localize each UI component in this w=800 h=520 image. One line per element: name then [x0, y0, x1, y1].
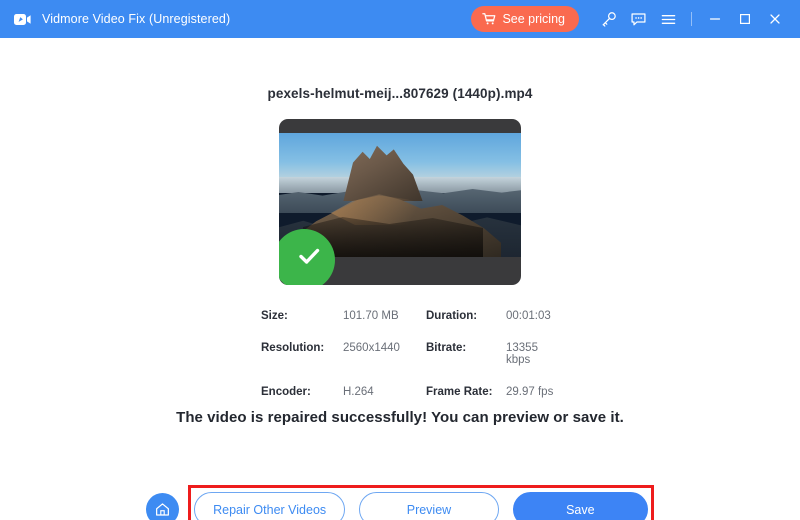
see-pricing-button[interactable]: See pricing: [471, 6, 579, 32]
maximize-button[interactable]: [730, 4, 760, 34]
see-pricing-label: See pricing: [502, 12, 565, 26]
detail-value-framerate: 29.97 fps: [506, 386, 561, 398]
video-filename: pexels-helmut-meij...807629 (1440p).mp4: [0, 86, 800, 101]
titlebar-icon-group: [593, 4, 790, 34]
detail-value-encoder: H.264: [343, 386, 426, 398]
video-thumbnail[interactable]: [279, 119, 521, 285]
detail-label-framerate: Frame Rate:: [426, 386, 506, 398]
detail-value-resolution: 2560x1440: [343, 342, 426, 366]
home-button[interactable]: [146, 493, 179, 520]
repair-other-videos-button[interactable]: Repair Other Videos: [194, 492, 345, 520]
detail-label-encoder: Encoder:: [261, 386, 343, 398]
detail-label-duration: Duration:: [426, 310, 506, 322]
video-camera-icon: [12, 9, 32, 29]
shopping-cart-icon: [482, 12, 496, 26]
detail-label-bitrate: Bitrate:: [426, 342, 506, 366]
app-window: Vidmore Video Fix (Unregistered) See pri…: [0, 0, 800, 520]
main-content: pexels-helmut-meij...807629 (1440p).mp4 …: [0, 38, 800, 520]
menu-icon[interactable]: [653, 4, 683, 34]
detail-label-resolution: Resolution:: [261, 342, 343, 366]
video-details-table: Size: 101.70 MB Duration: 00:01:03 Resol…: [261, 310, 561, 398]
key-icon[interactable]: [593, 4, 623, 34]
detail-label-size: Size:: [261, 310, 343, 322]
detail-value-duration: 00:01:03: [506, 310, 561, 322]
save-button[interactable]: Save: [513, 492, 648, 520]
close-button[interactable]: [760, 4, 790, 34]
window-title: Vidmore Video Fix (Unregistered): [42, 12, 230, 26]
title-bar: Vidmore Video Fix (Unregistered) See pri…: [0, 0, 800, 38]
minimize-button[interactable]: [700, 4, 730, 34]
detail-value-bitrate: 13355 kbps: [506, 342, 561, 366]
titlebar-divider: [691, 12, 692, 26]
feedback-icon[interactable]: [623, 4, 653, 34]
action-button-row: Repair Other Videos Preview Save: [194, 491, 648, 520]
detail-value-size: 101.70 MB: [343, 310, 426, 322]
home-icon: [154, 501, 171, 518]
preview-button[interactable]: Preview: [359, 492, 498, 520]
status-message: The video is repaired successfully! You …: [0, 409, 800, 426]
